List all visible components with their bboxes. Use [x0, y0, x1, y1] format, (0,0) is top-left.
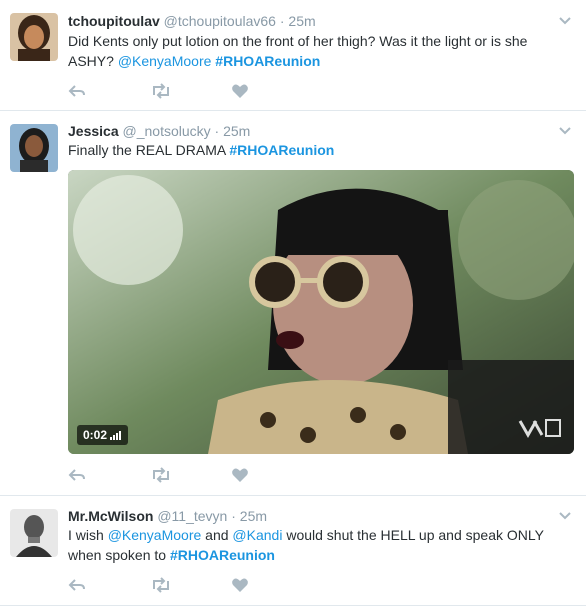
- tweet-text: I wish @KenyaMoore and @Kandi would shut…: [68, 525, 568, 565]
- hashtag-link[interactable]: #RHOAReunion: [215, 53, 320, 69]
- like-icon[interactable]: [231, 467, 249, 488]
- separator: ·: [231, 508, 236, 524]
- retweet-icon[interactable]: [150, 467, 172, 488]
- mention-link[interactable]: @Kandi: [232, 527, 282, 543]
- tweet-3[interactable]: Mr.McWilson @11_tevyn · 25m I wish @Keny…: [0, 496, 586, 606]
- author-handle[interactable]: @11_tevyn: [157, 508, 227, 524]
- retweet-icon[interactable]: [150, 83, 172, 104]
- avatar[interactable]: [10, 13, 58, 61]
- caret-down-icon[interactable]: [558, 126, 572, 136]
- like-icon[interactable]: [231, 577, 249, 598]
- reply-icon[interactable]: [68, 467, 86, 488]
- hashtag-link[interactable]: #RHOAReunion: [170, 547, 275, 563]
- timestamp[interactable]: 25m: [223, 123, 250, 139]
- author-handle[interactable]: @tchoupitoulav66: [164, 13, 276, 29]
- caret-down-icon[interactable]: [558, 511, 572, 521]
- video-player[interactable]: 0:02: [68, 170, 574, 454]
- author-name[interactable]: tchoupitoulav: [68, 13, 160, 29]
- separator: ·: [279, 13, 285, 29]
- author-handle[interactable]: @_notsolucky: [123, 123, 211, 139]
- tweet-text: Did Kents only put lotion on the front o…: [68, 31, 568, 71]
- retweet-icon[interactable]: [150, 577, 172, 598]
- reply-icon[interactable]: [68, 577, 86, 598]
- volume-icon: [110, 431, 122, 441]
- reply-icon[interactable]: [68, 83, 86, 104]
- network-logo: [518, 417, 562, 444]
- video-frame: [68, 170, 574, 454]
- video-duration: 0:02: [77, 425, 129, 445]
- tweet-text: Finally the REAL DRAMA #RHOAReunion: [68, 140, 568, 160]
- author-name[interactable]: Mr.McWilson: [68, 508, 153, 524]
- tweet-2[interactable]: Jessica @_notsolucky · 25m Finally the R…: [0, 111, 586, 496]
- duration-text: 0:02: [83, 428, 108, 442]
- hashtag-link[interactable]: #RHOAReunion: [229, 142, 334, 158]
- like-icon[interactable]: [231, 83, 249, 104]
- timestamp[interactable]: 25m: [288, 13, 315, 29]
- separator: ·: [214, 123, 220, 139]
- mention-link[interactable]: @KenyaMoore: [108, 527, 202, 543]
- avatar[interactable]: [10, 124, 58, 172]
- timestamp[interactable]: 25m: [240, 508, 267, 524]
- avatar[interactable]: [10, 509, 58, 557]
- author-name[interactable]: Jessica: [68, 123, 119, 139]
- timeline: tchoupitoulav @tchoupitoulav66 · 25m Did…: [0, 0, 586, 606]
- text: and: [201, 527, 233, 543]
- tweet-1[interactable]: tchoupitoulav @tchoupitoulav66 · 25m Did…: [0, 0, 586, 111]
- text: I wish: [68, 527, 108, 543]
- text: Finally the REAL DRAMA: [68, 142, 230, 158]
- caret-down-icon[interactable]: [558, 16, 572, 26]
- mention-link[interactable]: @KenyaMoore: [118, 53, 212, 69]
